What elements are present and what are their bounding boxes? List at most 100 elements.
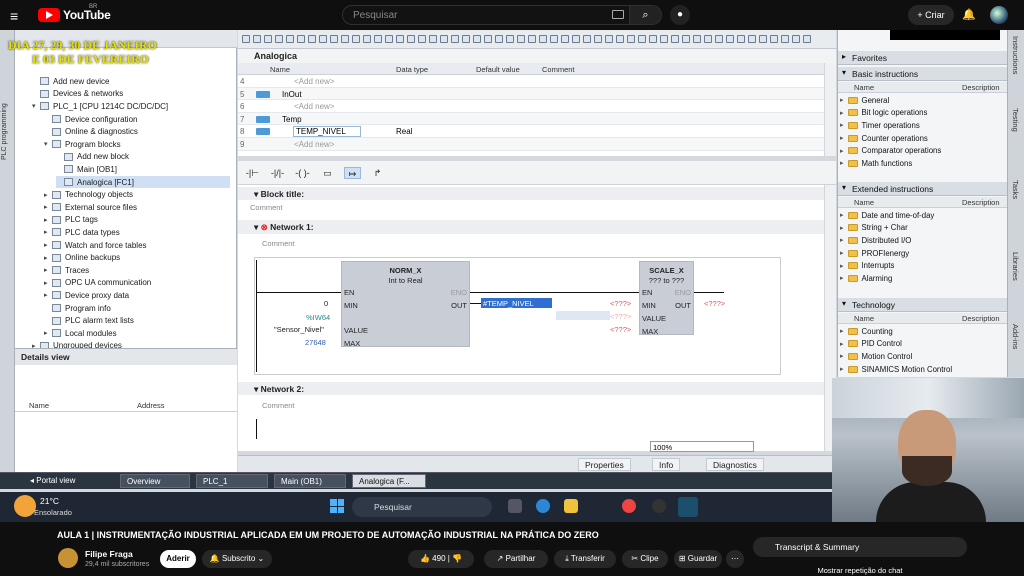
tree-toggle-icon[interactable]: ▸: [44, 254, 50, 262]
notifications-bell-icon[interactable]: 🔔: [962, 8, 976, 21]
tree-item[interactable]: ▸ Device proxy data: [44, 289, 230, 302]
toolbar-button-icon[interactable]: [506, 35, 514, 43]
instruction-folder[interactable]: ▸ Counter operations: [840, 132, 928, 145]
folder-toggle-icon[interactable]: ▸: [840, 249, 844, 257]
toolbar-button-icon[interactable]: [495, 35, 503, 43]
toolbar-button-icon[interactable]: [286, 35, 294, 43]
tree-item[interactable]: Device configuration: [44, 113, 230, 126]
subscribed-button[interactable]: 🔔 Subscrito ⌄: [202, 550, 272, 568]
instruction-folder[interactable]: ▸ SINAMICS Motion Control: [840, 363, 952, 376]
portal-view-button[interactable]: ◂ Portal view: [24, 474, 81, 488]
toolbar-button-icon[interactable]: [660, 35, 668, 43]
windows-start-icon[interactable]: [330, 499, 344, 513]
vertical-tab[interactable]: Testing: [1011, 108, 1020, 132]
toolbar-button-icon[interactable]: [341, 35, 349, 43]
coil-icon[interactable]: -( )-: [294, 167, 311, 179]
toolbar-button-icon[interactable]: [462, 35, 470, 43]
left-vertical-tab[interactable]: PLC programming: [0, 30, 15, 472]
norm-value-pin[interactable]: VALUE: [344, 326, 368, 335]
toolbar-button-icon[interactable]: [374, 35, 382, 43]
tree-toggle-icon[interactable]: ▸: [44, 279, 50, 287]
weather-temp[interactable]: 21°C: [40, 496, 59, 506]
edge-icon[interactable]: [536, 499, 550, 513]
user-avatar[interactable]: [990, 6, 1008, 24]
like-button[interactable]: 👍 490 | 👎: [408, 550, 474, 568]
info-tab[interactable]: Info: [652, 458, 681, 471]
toolbar-button-icon[interactable]: [418, 35, 426, 43]
scale-value-placeholder[interactable]: <???>: [610, 312, 631, 321]
taskbar-search[interactable]: Pesquisar: [352, 497, 492, 517]
tree-item[interactable]: ▸ Technology objects: [44, 188, 230, 201]
tree-item[interactable]: Program info: [44, 302, 230, 315]
toolbar-button-icon[interactable]: [396, 35, 404, 43]
toolbar-button-icon[interactable]: [550, 35, 558, 43]
app-icon[interactable]: [652, 499, 666, 513]
folder-toggle-icon[interactable]: ▸: [840, 211, 844, 219]
row-name[interactable]: <Add new>: [294, 140, 334, 149]
toolbar-button-icon[interactable]: [737, 35, 745, 43]
scale-eno-pin[interactable]: ENO: [675, 288, 691, 297]
favorites-header[interactable]: Favorites: [838, 51, 1008, 65]
tree-item[interactable]: ▾ Program blocks: [44, 138, 230, 151]
tree-toggle-icon[interactable]: ▸: [44, 228, 50, 236]
tree-item[interactable]: Main [OB1]: [56, 163, 230, 176]
norm-max-value[interactable]: 27648: [305, 338, 326, 347]
chat-replay-button[interactable]: Mostrar repetição do chat: [753, 566, 967, 576]
interface-row[interactable]: 7 Temp: [238, 112, 824, 126]
norm-value-address[interactable]: %IW64: [306, 313, 330, 322]
tree-item[interactable]: ▸ PLC data types: [44, 226, 230, 239]
instruction-folder[interactable]: ▸ Distributed I/O: [840, 234, 911, 247]
youtube-logo-icon[interactable]: [38, 8, 60, 22]
scale-x-box[interactable]: SCALE_X ??? to ??? EN ENO MIN OUT VALUE …: [639, 261, 694, 336]
scale-out-placeholder[interactable]: <???>: [704, 299, 725, 308]
keyboard-icon[interactable]: [612, 10, 624, 19]
tree-item[interactable]: Add new block: [56, 151, 230, 164]
zoom-select[interactable]: 100%: [650, 441, 754, 452]
transcript-summary-button[interactable]: Transcript & Summary: [753, 537, 967, 557]
instruction-folder[interactable]: ▸ Bit logic operations: [840, 107, 927, 120]
tia-portal-icon[interactable]: [678, 497, 698, 517]
folder-toggle-icon[interactable]: ▸: [840, 236, 844, 244]
tree-toggle-icon[interactable]: ▾: [32, 102, 38, 110]
toolbar-button-icon[interactable]: [242, 35, 250, 43]
empty-box-icon[interactable]: ▭: [319, 167, 336, 179]
save-button[interactable]: ⊞ Guardar: [674, 550, 722, 568]
editor-tab[interactable]: Overview: [120, 474, 190, 488]
toolbar-button-icon[interactable]: [517, 35, 525, 43]
tree-item[interactable]: Analogica [FC1]: [56, 175, 230, 189]
editor-tab[interactable]: Main (OB1): [274, 474, 346, 488]
folder-toggle-icon[interactable]: ▸: [840, 340, 844, 348]
menu-icon[interactable]: ≡: [10, 8, 18, 24]
toolbar-button-icon[interactable]: [715, 35, 723, 43]
tree-toggle-icon[interactable]: ▸: [44, 241, 50, 249]
folder-toggle-icon[interactable]: ▸: [840, 159, 844, 167]
toolbar-button-icon[interactable]: [429, 35, 437, 43]
tree-item[interactable]: ▸ Traces: [44, 264, 230, 277]
toolbar-button-icon[interactable]: [572, 35, 580, 43]
interface-row[interactable]: 4 <Add new>: [238, 75, 824, 88]
scale-min-pin[interactable]: MIN: [642, 301, 656, 310]
tree-item[interactable]: Devices & networks: [32, 88, 230, 101]
toolbar-button-icon[interactable]: [594, 35, 602, 43]
toolbar-button-icon[interactable]: [561, 35, 569, 43]
row-name[interactable]: Temp: [282, 115, 302, 124]
scale-max-placeholder[interactable]: <???>: [610, 325, 631, 334]
row-name[interactable]: TEMP_NIVEL: [293, 126, 361, 138]
scale-out-pin[interactable]: OUT: [675, 301, 691, 310]
tree-item[interactable]: ▸ OPC UA communication: [44, 277, 230, 290]
toolbar-button-icon[interactable]: [539, 35, 547, 43]
basic-instructions-header[interactable]: Basic instructions: [838, 67, 1008, 81]
tree-item[interactable]: ▸ External source files: [44, 201, 230, 214]
tree-toggle-icon[interactable]: ▸: [44, 191, 50, 199]
norm-out-variable[interactable]: #TEMP_NIVEL: [481, 298, 552, 308]
normally-closed-contact-icon[interactable]: -|/|-: [269, 167, 286, 179]
tree-item[interactable]: Add new device: [32, 75, 230, 88]
instruction-folder[interactable]: ▸ PID Control: [840, 338, 902, 351]
toolbar-button-icon[interactable]: [726, 35, 734, 43]
toolbar-button-icon[interactable]: [330, 35, 338, 43]
open-branch-icon[interactable]: ↦: [344, 166, 361, 179]
toolbar-button-icon[interactable]: [704, 35, 712, 43]
toolbar-button-icon[interactable]: [803, 35, 811, 43]
tree-item[interactable]: PLC alarm text lists: [44, 314, 230, 327]
properties-tab[interactable]: Properties: [578, 458, 631, 471]
